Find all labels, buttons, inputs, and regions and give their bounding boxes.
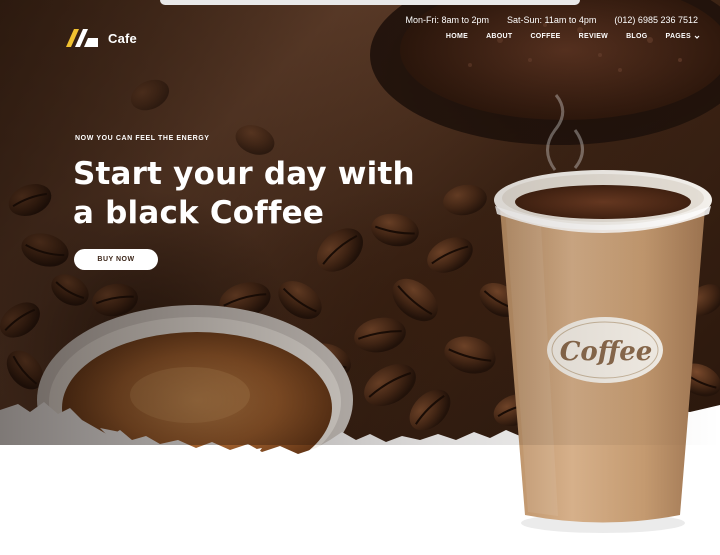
weekend-hours: Sat-Sun: 11am to 4pm xyxy=(507,15,597,25)
cafe-logo-mark-icon xyxy=(66,29,98,47)
nav-about[interactable]: ABOUT xyxy=(486,33,512,40)
brand-name: Cafe xyxy=(108,30,137,46)
headline-line-2: a black Coffee xyxy=(73,195,325,231)
page: Coffee Cafe Mon-Fri: 8am to 2pm Sat-Sun:… xyxy=(0,0,720,555)
nav-pages[interactable]: PAGES xyxy=(666,33,701,40)
nav-blog[interactable]: BLOG xyxy=(626,33,647,40)
buy-now-button[interactable]: BUY NOW xyxy=(74,249,158,270)
browser-url-bar xyxy=(160,0,580,5)
nav-review[interactable]: REVIEW xyxy=(579,33,608,40)
nav-coffee[interactable]: COFFEE xyxy=(530,33,560,40)
info-bar: Mon-Fri: 8am to 2pm Sat-Sun: 11am to 4pm… xyxy=(406,15,699,25)
weekday-hours: Mon-Fri: 8am to 2pm xyxy=(405,15,490,25)
phone-number[interactable]: (012) 6985 236 7512 xyxy=(614,15,698,25)
nav-home[interactable]: HOME xyxy=(446,33,468,40)
main-nav: HOME ABOUT COFFEE REVIEW BLOG PAGES xyxy=(446,33,700,40)
chevron-down-icon xyxy=(694,35,700,39)
hero-headline: Start your day with a black Coffee xyxy=(73,155,433,233)
hero-eyebrow: NOW YOU CAN FEEL THE ENERGY xyxy=(75,135,210,142)
site-logo[interactable]: Cafe xyxy=(66,29,137,47)
headline-line-1: Start your day with xyxy=(73,156,415,192)
